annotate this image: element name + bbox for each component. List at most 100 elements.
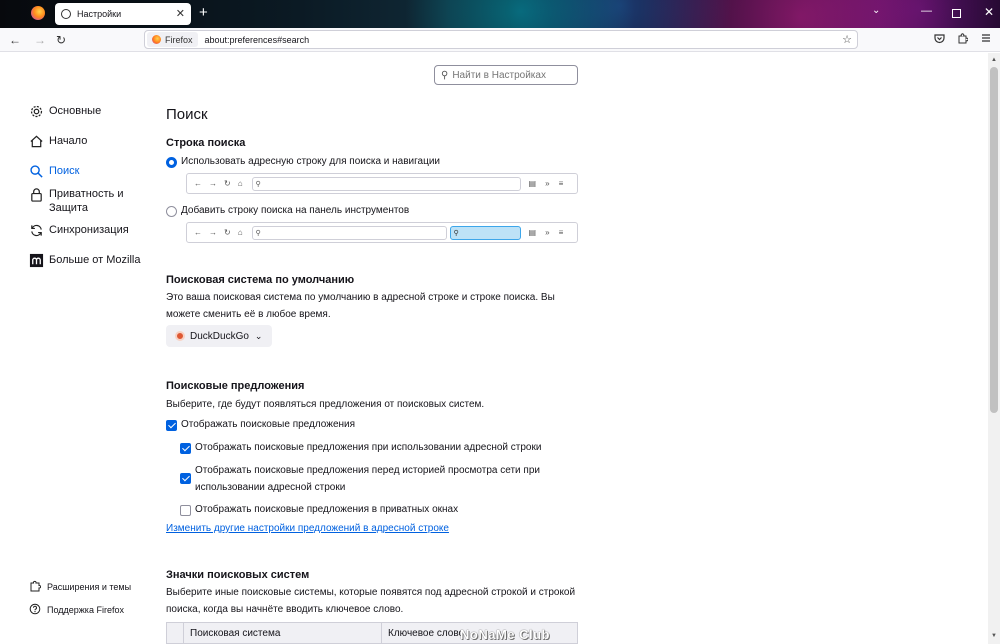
checkbox[interactable] (180, 473, 191, 484)
scroll-thumb[interactable] (990, 67, 998, 413)
close-window-button[interactable]: ✕ (984, 5, 994, 19)
sidebar-item-label: Начало (49, 135, 88, 147)
scroll-down-icon[interactable]: ▼ (991, 633, 997, 639)
help-icon (28, 602, 42, 616)
sidebar-item-general[interactable]: Основные (28, 103, 101, 119)
change-suggestion-settings-link[interactable]: Изменить другие настройки предложений в … (166, 523, 449, 534)
section-heading-search-shortcuts: Значки поисковых систем (166, 569, 310, 581)
sidebar-item-support[interactable]: Поддержка Firefox (28, 602, 124, 617)
watermark: NoNaMe Club (460, 627, 550, 642)
table-header-engine[interactable]: Поисковая система (184, 623, 382, 643)
sidebar-item-addons[interactable]: Расширения и темы (28, 579, 131, 594)
scroll-up-icon[interactable]: ▲ (991, 57, 997, 63)
search-preferences-box[interactable]: ⚲ (434, 65, 578, 85)
checkbox-label: Отображать поисковые предложения перед и… (195, 465, 540, 493)
preferences-content: ⚲ Основные Начало Поиск Приватность и За… (0, 53, 988, 644)
puzzle-icon (28, 579, 42, 593)
radio-label: Использовать адресную строку для поиска … (181, 156, 441, 167)
checkbox[interactable] (166, 420, 177, 431)
new-tab-button[interactable]: + (199, 4, 208, 21)
checkbox-label: Отображать поисковые предложения в прива… (195, 504, 459, 515)
search-shortcuts-description: Выберите иные поисковые системы, которые… (166, 587, 576, 615)
extensions-icon[interactable] (957, 33, 969, 47)
menu-icon[interactable] (981, 33, 991, 46)
navigation-toolbar: ← → ↻ Firefox about:preferences#search ☆ (0, 28, 1000, 52)
minimize-button[interactable]: — (921, 5, 932, 17)
url-text[interactable]: about:preferences#search (205, 35, 310, 45)
bookmark-star-icon[interactable]: ☆ (842, 33, 852, 46)
tab-close-icon[interactable]: ✕ (176, 7, 185, 20)
list-all-tabs-icon[interactable]: ⌄ (872, 5, 880, 16)
checkbox-show-suggestions[interactable]: Отображать поисковые предложения (166, 419, 355, 433)
preview-url-field: ⚲ (251, 225, 447, 240)
sidebar-item-search[interactable]: Поиск (28, 163, 79, 179)
preview-right-icons: ▤» ≡ (528, 228, 564, 237)
gear-icon (61, 9, 71, 19)
radio-add-search-bar[interactable]: Добавить строку поиска на панель инструм… (166, 205, 409, 217)
search-bar-preview: ← → ↻ ⌂ ⚲ ⚲ ▤» ≡ (186, 222, 578, 243)
maximize-button[interactable] (952, 9, 961, 18)
title-bar: Настройки ✕ + ⌄ — ✕ (0, 0, 1000, 28)
radio-label: Добавить строку поиска на панель инструм… (181, 205, 410, 216)
sidebar-item-label: Приватность и Защита (49, 188, 124, 214)
preview-nav-icons: ← → ↻ ⌂ (194, 228, 243, 237)
checkbox[interactable] (180, 443, 191, 454)
default-engine-description: Это ваша поисковая система по умолчанию … (166, 292, 555, 320)
sync-icon (28, 222, 44, 238)
sidebar-item-label: Основные (49, 105, 102, 117)
sidebar-item-label: Синхронизация (49, 224, 129, 236)
default-engine-dropdown[interactable]: DuckDuckGo ⌄ (166, 325, 273, 347)
chevron-down-icon: ⌄ (254, 330, 263, 341)
preview-right-icons: ▤» ≡ (528, 179, 564, 188)
address-bar-preview: ← → ↻ ⌂ ⚲ ▤» ≡ (186, 173, 578, 194)
checkbox-suggestions-private[interactable]: Отображать поисковые предложения в прива… (180, 504, 458, 518)
sidebar-item-home[interactable]: Начало (28, 133, 87, 149)
default-engine-label: DuckDuckGo (190, 330, 249, 342)
sidebar-item-label: Поиск (49, 165, 80, 177)
checkbox[interactable] (180, 505, 191, 516)
tab-title: Настройки (77, 9, 122, 19)
identity-box[interactable]: Firefox (147, 32, 198, 47)
duckduckgo-icon (175, 331, 185, 341)
firefox-logo-icon[interactable] (31, 6, 45, 20)
table-header-checkbox-column (167, 623, 184, 643)
preview-search-field: ⚲ (449, 225, 521, 240)
sidebar-item-label: Поддержка Firefox (47, 605, 124, 615)
reload-button[interactable]: ↻ (56, 33, 66, 47)
sidebar-item-privacy[interactable]: Приватность и Защита (28, 186, 129, 215)
checkbox-label: Отображать поисковые предложения при исп… (195, 442, 542, 453)
back-button[interactable]: ← (9, 33, 21, 47)
preview-nav-icons: ← → ↻ ⌂ (194, 179, 243, 188)
mozilla-icon (28, 252, 44, 268)
lock-icon (28, 186, 44, 202)
forward-button[interactable]: → (34, 33, 46, 47)
search-icon: ⚲ (441, 69, 449, 81)
pocket-icon[interactable] (934, 33, 945, 47)
radio-button[interactable] (166, 206, 177, 217)
home-icon (28, 133, 44, 149)
radio-button[interactable] (166, 157, 177, 168)
table-header-keyword[interactable]: Ключевое слово (382, 628, 464, 639)
search-icon (28, 163, 44, 179)
checkbox-suggestions-address-bar[interactable]: Отображать поисковые предложения при исп… (180, 442, 541, 456)
section-heading-search-bar: Строка поиска (166, 137, 246, 149)
suggestions-description: Выберите, где будут появляться предложен… (166, 399, 485, 410)
vertical-scrollbar[interactable]: ▲ ▼ (988, 53, 1000, 644)
radio-use-address-bar[interactable]: Использовать адресную строку для поиска … (166, 156, 440, 168)
checkbox-suggestions-before-history[interactable]: Отображать поисковые предложения перед и… (180, 465, 540, 496)
gear-icon (28, 103, 44, 119)
sidebar-item-label: Расширения и темы (47, 582, 132, 592)
sidebar-item-label: Больше от Mozilla (49, 254, 141, 266)
sidebar-item-mozilla[interactable]: Больше от Mozilla (28, 252, 140, 268)
sidebar-item-sync[interactable]: Синхронизация (28, 222, 129, 238)
preview-url-field: ⚲ (251, 176, 521, 191)
identity-label: Firefox (165, 34, 193, 45)
section-heading-suggestions: Поисковые предложения (166, 380, 305, 392)
checkbox-label: Отображать поисковые предложения (181, 419, 356, 430)
page-title: Поиск (166, 106, 208, 123)
firefox-icon (152, 35, 161, 44)
url-bar[interactable]: Firefox about:preferences#search ☆ (144, 30, 858, 49)
section-heading-default-engine: Поисковая система по умолчанию (166, 274, 355, 286)
search-preferences-input[interactable] (452, 69, 563, 81)
tab-settings[interactable]: Настройки ✕ (55, 3, 191, 25)
